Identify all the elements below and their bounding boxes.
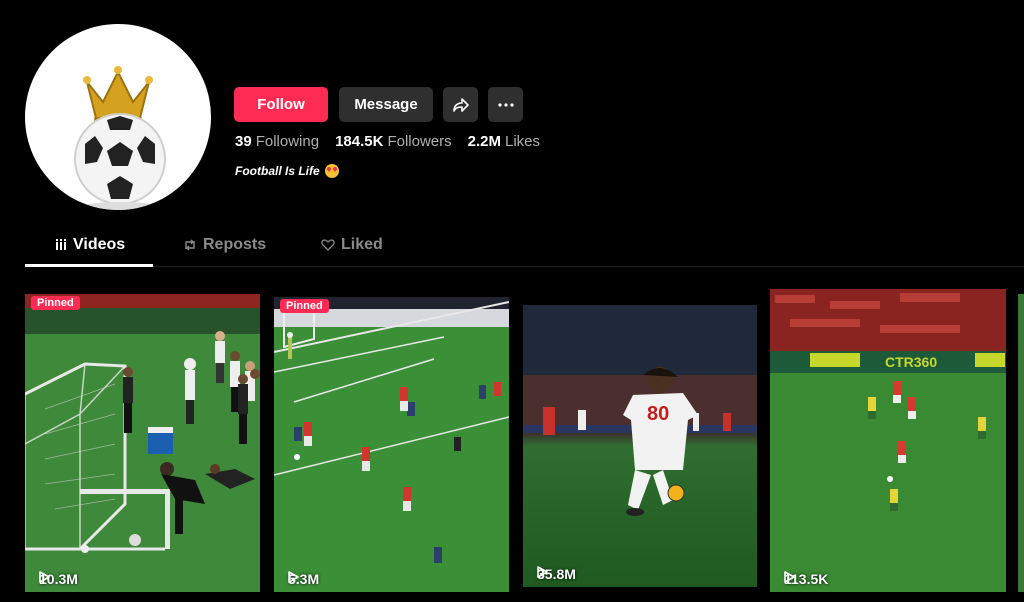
heart-outline-icon [321, 239, 335, 251]
tab-liked[interactable]: Liked [321, 236, 383, 254]
view-count: 113.5K [784, 571, 828, 587]
view-count: 10.3M [39, 571, 78, 587]
play-icon [537, 566, 548, 578]
likes-count: 2.2M [467, 133, 501, 150]
video-card[interactable]: 80 35.8M [523, 305, 757, 587]
profile-tabs: Videos Reposts Liked [25, 232, 1024, 267]
share-button[interactable] [443, 87, 478, 122]
more-button[interactable] [488, 87, 523, 122]
tab-reposts[interactable]: Reposts [183, 236, 266, 254]
grid-icon [56, 239, 66, 250]
following-stat[interactable]: 39 Following [235, 133, 319, 150]
play-icon [288, 571, 299, 583]
profile-avatar[interactable] [25, 24, 211, 210]
video-thumbnail [274, 297, 509, 592]
view-count: 35.8M [537, 566, 576, 582]
likes-stat: 2.2M Likes [468, 133, 540, 150]
message-button[interactable]: Message [339, 87, 433, 122]
play-icon [39, 571, 50, 583]
pinned-badge: Pinned [31, 296, 80, 310]
video-card[interactable]: CTR360 113.5K [770, 289, 1006, 592]
tab-reposts-label: Reposts [203, 236, 267, 253]
repost-icon [185, 239, 195, 251]
followers-label: Followers [387, 133, 452, 150]
tab-videos[interactable]: Videos [55, 236, 125, 254]
play-icon [784, 571, 795, 583]
video-thumbnail [25, 294, 260, 592]
svg-text:CTR360: CTR360 [885, 354, 937, 370]
svg-text:80: 80 [647, 403, 669, 425]
profile-stats: 39 Following 184.5K Followers 2.2M Likes [235, 133, 540, 150]
share-icon [452, 97, 469, 112]
bio-text: Football Is Life [235, 164, 320, 178]
pinned-badge: Pinned [280, 299, 329, 313]
likes-label: Likes [504, 133, 541, 150]
tab-videos-label: Videos [73, 236, 126, 253]
followers-count: 184.5K [335, 133, 384, 150]
followers-stat[interactable]: 184.5K Followers [335, 133, 452, 150]
heart-eyes-emoji-icon [324, 164, 339, 178]
follow-button[interactable]: Follow [234, 87, 328, 122]
active-tab-indicator [25, 264, 153, 267]
video-thumbnail: 80 [523, 305, 757, 587]
following-count: 39 [235, 133, 252, 150]
view-count: 5.3M [288, 571, 319, 587]
video-card[interactable]: Pinned 5.3M [274, 297, 509, 592]
tab-liked-label: Liked [341, 236, 383, 253]
video-thumbnail: CTR360 [770, 289, 1006, 592]
following-label: Following [255, 133, 320, 150]
video-card[interactable] [1018, 294, 1024, 592]
video-card[interactable]: Pinned 10.3M [25, 294, 260, 592]
crown-ball-logo [74, 66, 166, 210]
more-icon [497, 102, 514, 107]
profile-bio: Football Is Life [235, 164, 339, 178]
